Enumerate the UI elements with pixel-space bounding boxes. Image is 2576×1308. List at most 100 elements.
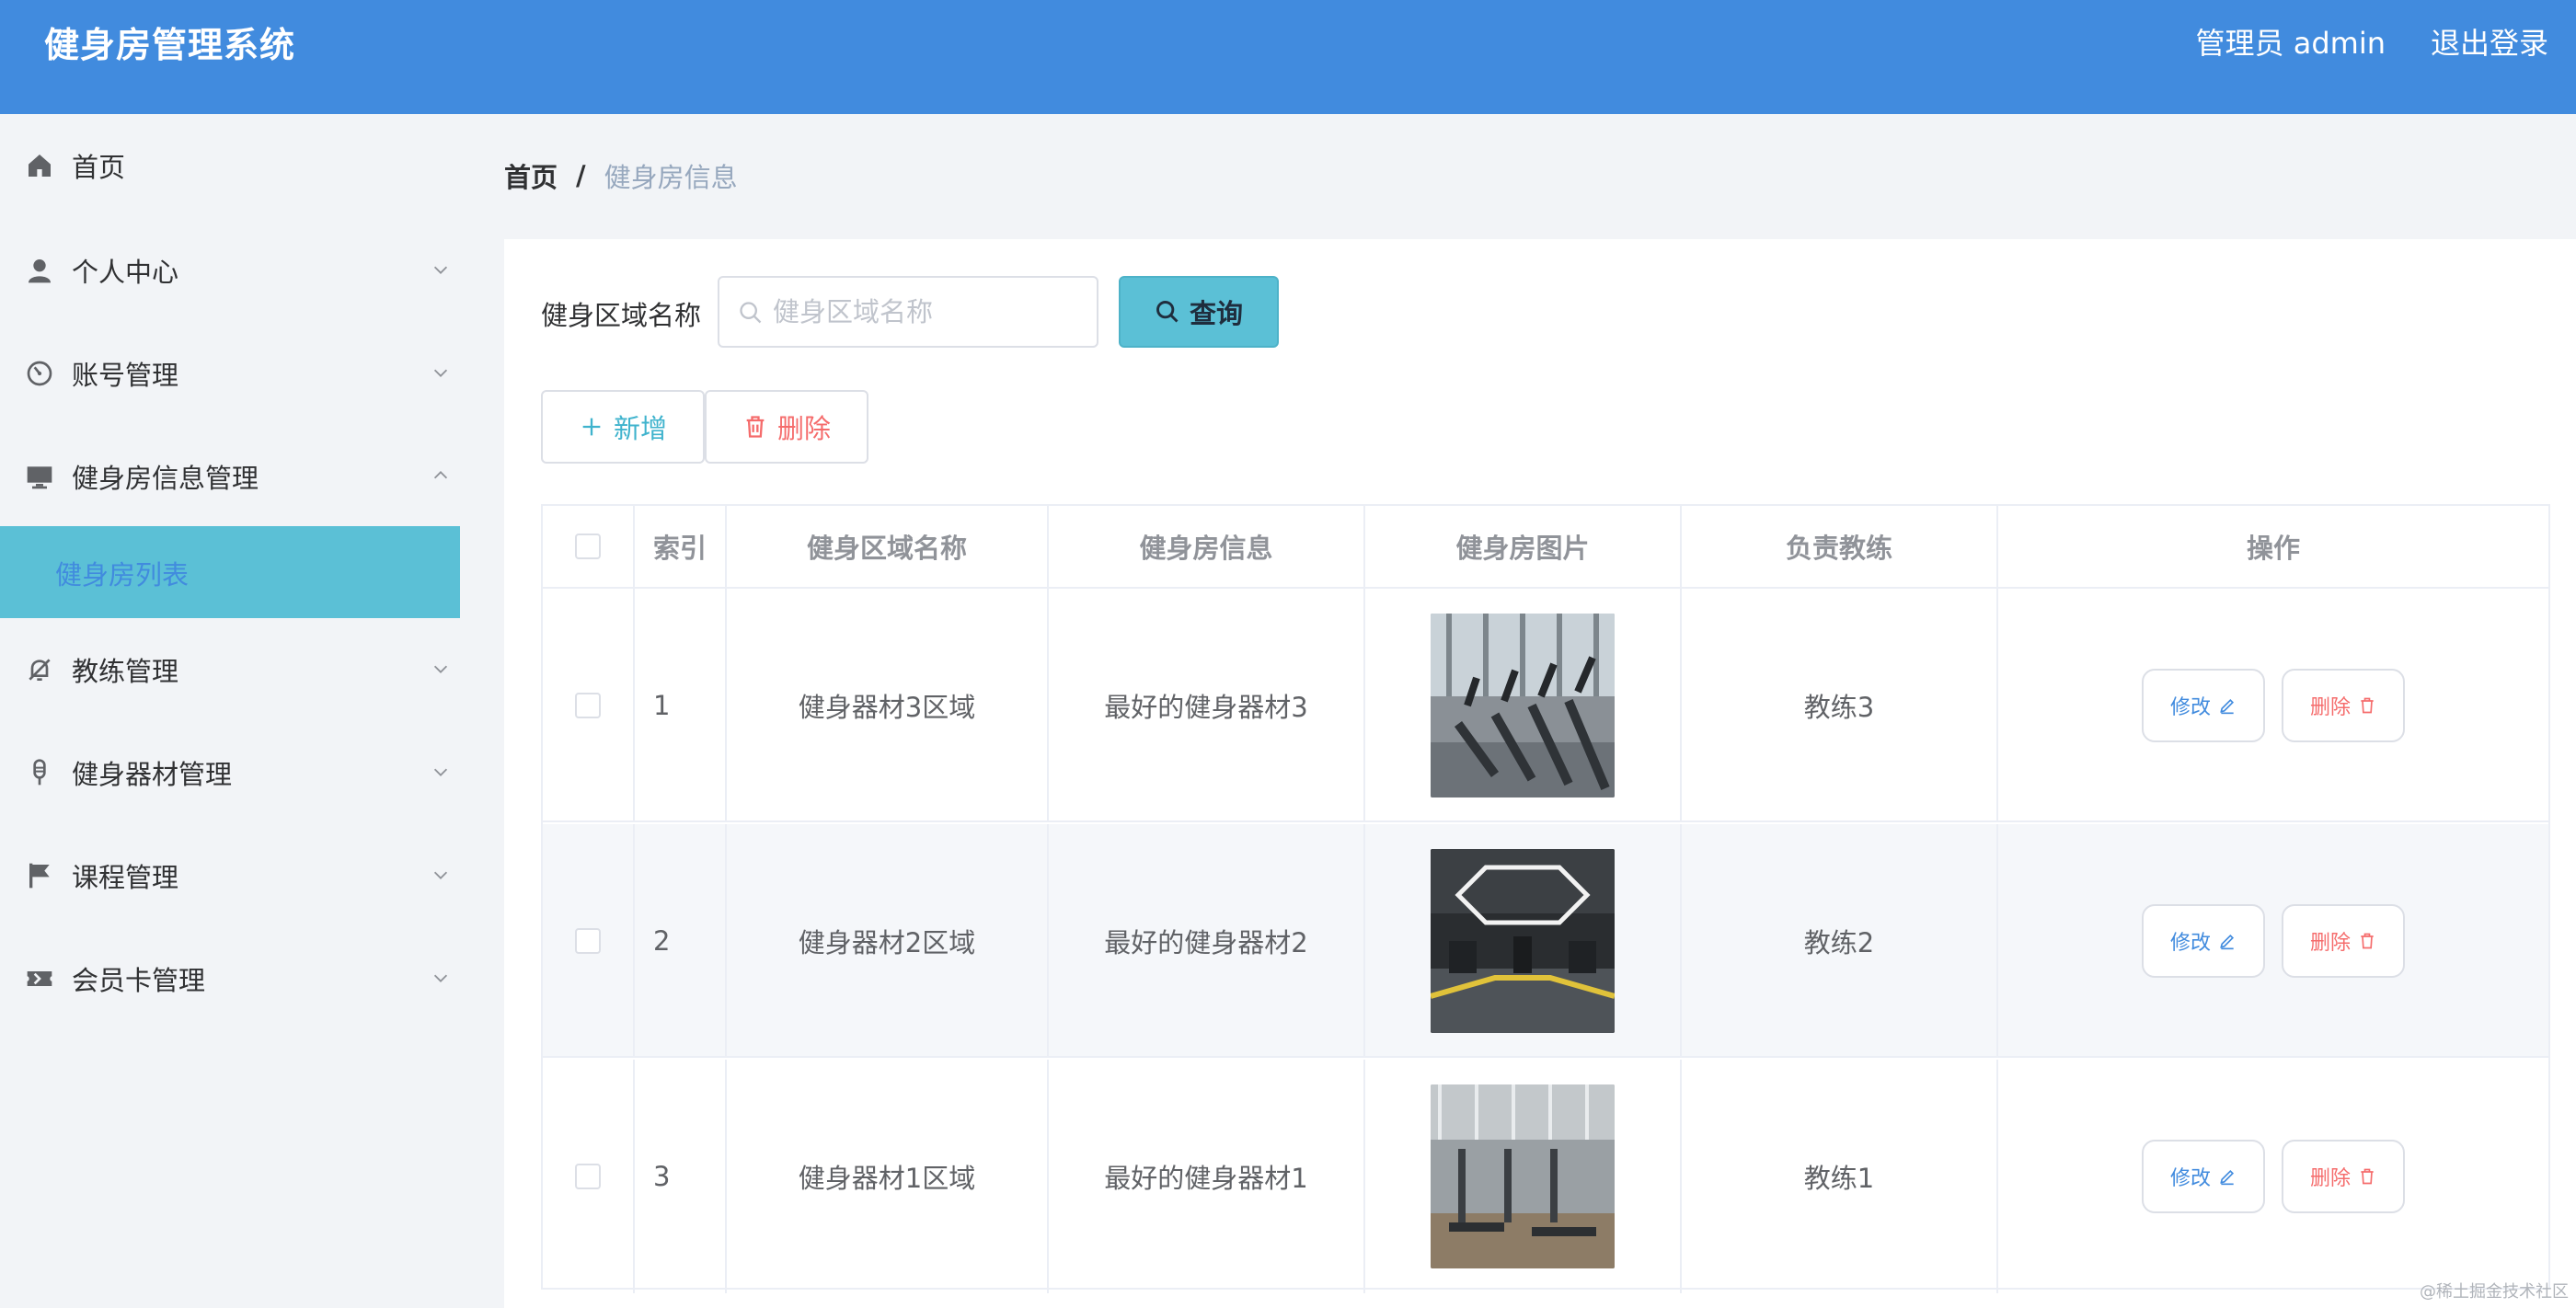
- sidebar-item-course[interactable]: 课程管理: [0, 839, 460, 912]
- header-select-all: [543, 506, 635, 587]
- search-box: [718, 276, 1098, 348]
- gym-photo[interactable]: [1431, 614, 1615, 797]
- add-button-label: 新增: [613, 413, 667, 444]
- sidebar-item-equipment[interactable]: 健身器材管理: [0, 736, 460, 809]
- gym-photo[interactable]: [1431, 849, 1615, 1033]
- row-select-cell: [543, 1060, 635, 1293]
- delete-button-label: 删除: [2309, 696, 2351, 719]
- search-icon: [1156, 301, 1179, 323]
- breadcrumb-separator: /: [576, 160, 586, 191]
- row-actions: 修改 删除: [1998, 1060, 2548, 1293]
- chevron-down-icon: [431, 659, 453, 681]
- sidebar-item-home[interactable]: 首页: [0, 129, 460, 202]
- header-gym-image: 健身房图片: [1365, 506, 1682, 587]
- row-gym-info: 最好的健身器材2: [1049, 824, 1365, 1058]
- batch-delete-button-label: 删除: [776, 413, 831, 444]
- edit-button-label: 修改: [2169, 932, 2211, 955]
- sidebar: 首页 个人中心 账号管理 健身房信息管理 健身房列表 教练管理 健身器材管理 课…: [0, 114, 460, 1308]
- header-coach: 负责教练: [1682, 506, 1998, 587]
- edit-icon: [2220, 1169, 2235, 1186]
- delete-button-label: 删除: [2309, 1167, 2351, 1190]
- edit-button[interactable]: 修改: [2142, 904, 2265, 978]
- chevron-down-icon: [431, 865, 453, 887]
- row-coach: 教练3: [1682, 589, 1998, 822]
- sidebar-item-gym-info[interactable]: 健身房信息管理: [0, 440, 460, 513]
- sidebar-item-label: 账号管理: [72, 360, 179, 391]
- row-checkbox[interactable]: [575, 1164, 601, 1189]
- breadcrumb: 首页 / 健身房信息: [504, 156, 738, 195]
- sidebar-item-personal-center[interactable]: 个人中心: [0, 234, 460, 307]
- table-row: 1 健身器材3区域 最好的健身器材3 教练3 修改 删除: [543, 589, 2548, 822]
- delete-button[interactable]: 删除: [2282, 669, 2405, 742]
- current-user: 管理员 admin: [2195, 26, 2386, 61]
- search-input[interactable]: [773, 281, 1086, 342]
- chevron-down-icon: [431, 259, 453, 281]
- header-area-name: 健身区域名称: [727, 506, 1049, 587]
- breadcrumb-current: 健身房信息: [604, 162, 738, 193]
- row-index: 1: [635, 589, 727, 822]
- row-area-name: 健身器材1区域: [727, 1060, 1049, 1293]
- chevron-up-icon: [431, 465, 453, 488]
- edit-button[interactable]: 修改: [2142, 1140, 2265, 1213]
- sidebar-item-coach[interactable]: 教练管理: [0, 633, 460, 706]
- edit-icon: [2220, 698, 2235, 715]
- row-index: 3: [635, 1060, 727, 1293]
- user-icon: [24, 255, 55, 286]
- home-icon: [24, 150, 55, 181]
- edit-button[interactable]: 修改: [2142, 669, 2265, 742]
- sidebar-item-label: 个人中心: [72, 257, 179, 288]
- row-index: 2: [635, 824, 727, 1058]
- row-actions: 修改 删除: [1998, 589, 2548, 822]
- gym-photo[interactable]: [1431, 1084, 1615, 1268]
- row-select-cell: [543, 589, 635, 822]
- table-row: 3 健身器材1区域 最好的健身器材1 教练1 修改 删除: [543, 1060, 2548, 1293]
- sidebar-subitem-gym-list[interactable]: 健身房列表: [0, 526, 460, 618]
- row-area-name: 健身器材2区域: [727, 824, 1049, 1058]
- logout-link[interactable]: 退出登录: [2431, 20, 2548, 63]
- table-row: 2 健身器材2区域 最好的健身器材2 教练2 修改 删除: [543, 824, 2548, 1058]
- row-coach: 教练2: [1682, 824, 1998, 1058]
- delete-button-label: 删除: [2309, 932, 2351, 955]
- delete-button[interactable]: 删除: [2282, 904, 2405, 978]
- search-label: 健身区域名称: [541, 300, 702, 331]
- sidebar-item-account[interactable]: 账号管理: [0, 337, 460, 410]
- header-index: 索引: [635, 506, 727, 587]
- plus-icon: [582, 418, 601, 436]
- microphone-icon: [24, 757, 55, 788]
- watermark: @稀土掘金技术社区: [2420, 1282, 2569, 1302]
- row-image-cell: [1365, 1060, 1682, 1293]
- row-checkbox[interactable]: [575, 693, 601, 718]
- main-content: 健身区域名称 查询 新增 删除 索引 健身区域名称 健身房信息 健身房图片 负责…: [504, 239, 2576, 1308]
- gym-hall-photo: [1431, 849, 1615, 1033]
- chevron-down-icon: [431, 362, 453, 384]
- trash-icon: [2361, 933, 2374, 949]
- bell-off-icon: [24, 654, 55, 685]
- sidebar-item-label: 课程管理: [72, 862, 179, 893]
- row-select-cell: [543, 824, 635, 1058]
- gym-table: 索引 健身区域名称 健身房信息 健身房图片 负责教练 操作 1 健身器材3区域 …: [541, 504, 2550, 1293]
- chevron-down-icon: [431, 968, 453, 990]
- monitor-icon: [24, 461, 55, 492]
- sidebar-item-label: 健身器材管理: [72, 759, 233, 790]
- row-coach: 教练1: [1682, 1060, 1998, 1293]
- sidebar-item-label: 教练管理: [72, 656, 179, 687]
- sidebar-subitem-label: 健身房列表: [55, 559, 190, 591]
- header-actions: 操作: [2246, 533, 2300, 564]
- trash-icon: [746, 416, 765, 438]
- row-actions: 修改 删除: [1998, 824, 2548, 1058]
- delete-button[interactable]: 删除: [2282, 1140, 2405, 1213]
- sidebar-item-label: 会员卡管理: [72, 965, 206, 996]
- edit-icon: [2220, 934, 2235, 950]
- row-area-name: 健身器材3区域: [727, 589, 1049, 822]
- add-button[interactable]: 新增: [541, 390, 705, 464]
- batch-delete-button[interactable]: 删除: [705, 390, 868, 464]
- row-checkbox[interactable]: [575, 928, 601, 954]
- treadmill-photo: [1431, 614, 1615, 797]
- weight-room-photo: [1431, 1084, 1615, 1268]
- top-bar: 健身房管理系统 管理员 admin 退出登录: [0, 0, 2576, 114]
- select-all-checkbox[interactable]: [575, 534, 601, 559]
- breadcrumb-home[interactable]: 首页: [504, 156, 558, 195]
- sidebar-item-membership[interactable]: 会员卡管理: [0, 942, 460, 1015]
- query-button-label: 查询: [1189, 298, 1243, 329]
- query-button[interactable]: 查询: [1119, 276, 1279, 348]
